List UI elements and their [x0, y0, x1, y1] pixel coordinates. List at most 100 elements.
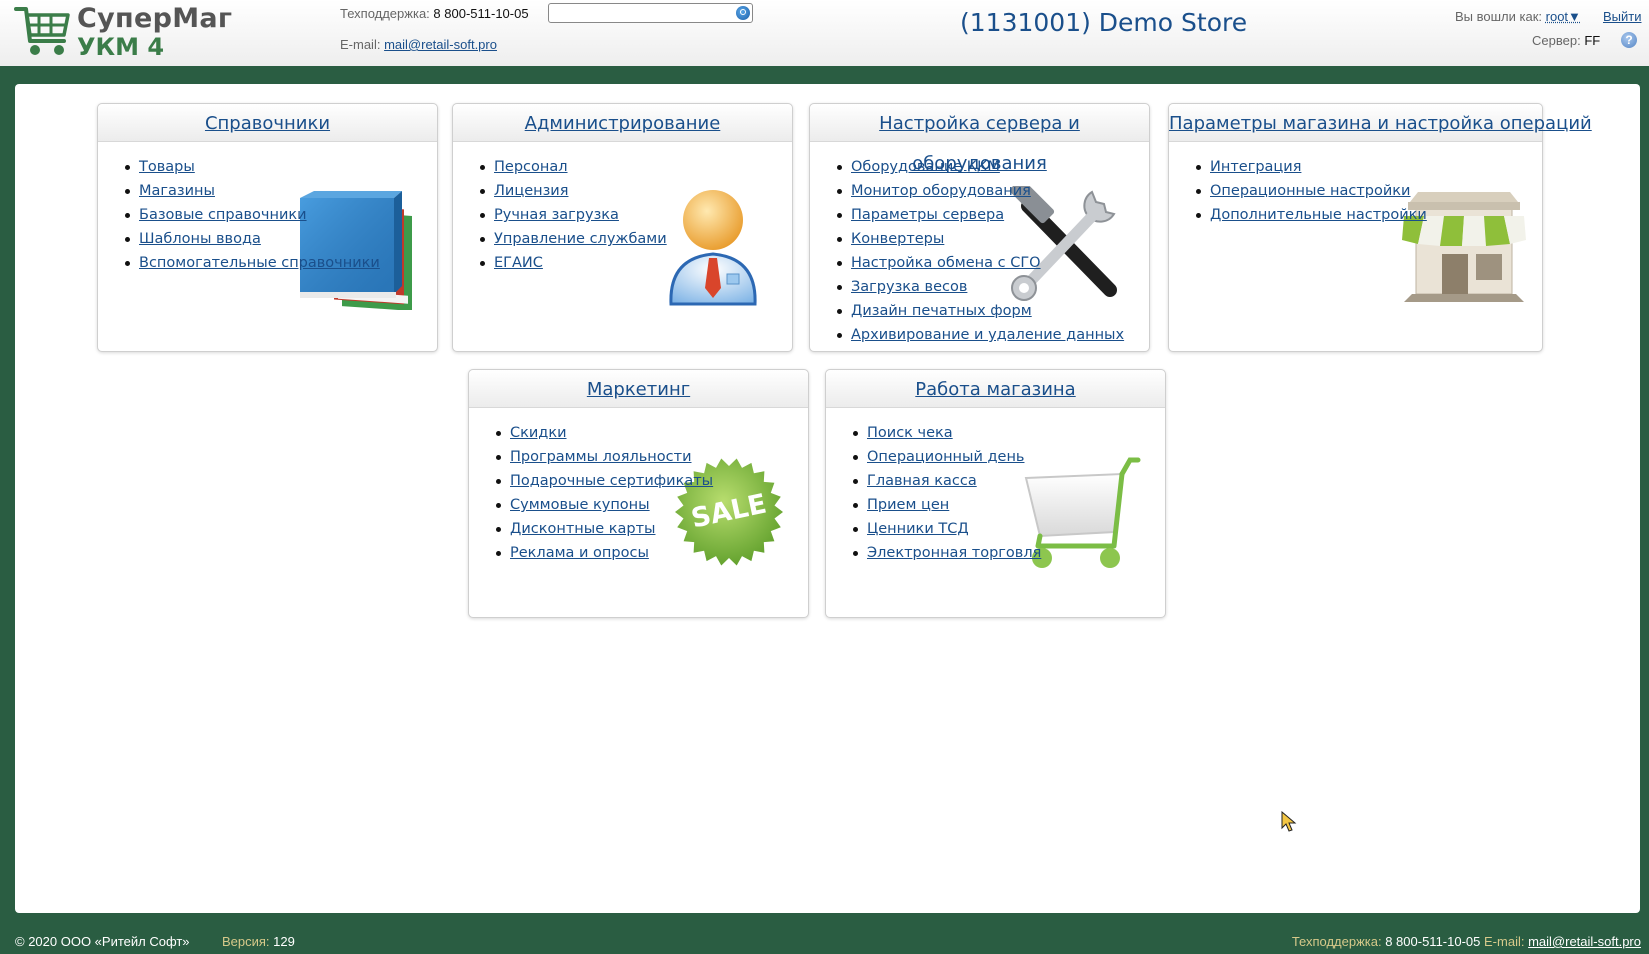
list-item: Дополнительные настройки: [1196, 203, 1542, 227]
link-operational-day[interactable]: Операционный день: [867, 449, 1024, 465]
list-item: Операционные настройки: [1196, 179, 1542, 203]
link-sgo-exchange[interactable]: Настройка обмена с СГО: [851, 255, 1041, 271]
list-item: Шаблоны ввода: [125, 227, 437, 251]
copyright: © 2020 ООО «Ритейл Софт»: [15, 934, 190, 949]
card-title-store-params[interactable]: Параметры магазина и настройка операций: [1169, 113, 1592, 134]
list-item: Персонал: [480, 155, 792, 179]
list-item: Интеграция: [1196, 155, 1542, 179]
link-receipt-search[interactable]: Поиск чека: [867, 425, 953, 441]
link-sum-coupons[interactable]: Суммовые купоны: [510, 497, 650, 513]
link-integration[interactable]: Интеграция: [1210, 159, 1301, 175]
link-base-dicts[interactable]: Базовые справочники: [139, 207, 307, 223]
link-license[interactable]: Лицензия: [494, 183, 568, 199]
link-egais[interactable]: ЕГАИС: [494, 255, 543, 271]
list-item: Конвертеры: [837, 227, 1149, 251]
list-item: Дизайн печатных форм: [837, 299, 1149, 323]
footer-support-phone: 8 800-511-10-05: [1385, 934, 1481, 949]
link-equipment-monitor[interactable]: Монитор оборудования: [851, 183, 1031, 199]
list-item: Базовые справочники: [125, 203, 437, 227]
link-goods[interactable]: Товары: [139, 159, 195, 175]
version: Версия: 129: [222, 934, 295, 949]
link-discount-cards[interactable]: Дисконтные карты: [510, 521, 655, 537]
link-stores[interactable]: Магазины: [139, 183, 215, 199]
list-item: Товары: [125, 155, 437, 179]
logout-link[interactable]: Выйти: [1603, 9, 1642, 24]
list-item: Настройка обмена с СГО: [837, 251, 1149, 275]
list-item: Суммовые купоны: [496, 493, 808, 517]
link-archiving[interactable]: Архивирование и удаление данных: [851, 327, 1124, 343]
link-print-forms[interactable]: Дизайн печатных форм: [851, 303, 1032, 319]
list-item: Загрузка весов: [837, 275, 1149, 299]
link-personnel[interactable]: Персонал: [494, 159, 568, 175]
link-services[interactable]: Управление службами: [494, 231, 667, 247]
link-additional-settings[interactable]: Дополнительные настройки: [1210, 207, 1427, 223]
support-label: Техподдержка:: [340, 6, 430, 21]
card-title-administration[interactable]: Администрирование: [525, 113, 721, 134]
server-value: FF: [1584, 33, 1601, 48]
card-title-store-work[interactable]: Работа магазина: [915, 379, 1075, 400]
logo[interactable]: СуперМаг УКМ 4: [14, 3, 244, 61]
card-title-dictionaries[interactable]: Справочники: [205, 113, 330, 134]
card-store-work: Работа магазина Поиск чека Операционный …: [825, 369, 1166, 618]
logged-label: Вы вошли как:: [1455, 9, 1543, 24]
version-label: Версия:: [222, 934, 270, 949]
link-input-templates[interactable]: Шаблоны ввода: [139, 231, 261, 247]
list-item: Прием цен: [853, 493, 1165, 517]
list-item: Управление службами: [480, 227, 792, 251]
footer-email-label: E-mail:: [1484, 934, 1525, 949]
link-operational-settings[interactable]: Операционные настройки: [1210, 183, 1410, 199]
search-input[interactable]: [548, 3, 753, 23]
link-kkm-equipment[interactable]: Оборудование ККМ: [851, 159, 1000, 175]
link-discounts[interactable]: Скидки: [510, 425, 567, 441]
list-item: Монитор оборудования: [837, 179, 1149, 203]
link-ecommerce[interactable]: Электронная торговля: [867, 545, 1041, 561]
link-loyalty[interactable]: Программы лояльности: [510, 449, 692, 465]
header-support: Техподдержка: 8 800-511-10-05: [340, 6, 529, 21]
link-aux-dicts[interactable]: Вспомогательные справочники: [139, 255, 380, 271]
list-item: Лицензия: [480, 179, 792, 203]
list-item: Вспомогательные справочники: [125, 251, 437, 275]
link-server-params[interactable]: Параметры сервера: [851, 207, 1004, 223]
version-value: 129: [273, 934, 295, 949]
administration-list: Персонал Лицензия Ручная загрузка Управл…: [453, 155, 792, 275]
link-scale-load[interactable]: Загрузка весов: [851, 279, 967, 295]
store-work-list: Поиск чека Операционный день Главная кас…: [826, 421, 1165, 565]
list-item: Электронная торговля: [853, 541, 1165, 565]
help-icon[interactable]: ?: [1621, 32, 1637, 48]
brand-name: СуперМаг: [77, 3, 233, 34]
list-item: Главная касса: [853, 469, 1165, 493]
link-manual-load[interactable]: Ручная загрузка: [494, 207, 619, 223]
card-administration: Администрирование Персонал Лицензия Ручн…: [452, 103, 793, 352]
link-tsd-labels[interactable]: Ценники ТСД: [867, 521, 969, 537]
link-price-receive[interactable]: Прием цен: [867, 497, 949, 513]
user-menu[interactable]: root▼: [1546, 9, 1581, 24]
card-server-setup: Настройка сервера и оборудования Оборудо…: [809, 103, 1150, 352]
list-item: Ценники ТСД: [853, 517, 1165, 541]
list-item: Скидки: [496, 421, 808, 445]
footer-support-label: Техподдержка:: [1291, 934, 1382, 949]
link-converters[interactable]: Конвертеры: [851, 231, 944, 247]
link-main-cash[interactable]: Главная касса: [867, 473, 977, 489]
list-item: Дисконтные карты: [496, 517, 808, 541]
list-item: Подарочные сертификаты: [496, 469, 808, 493]
footer: © 2020 ООО «Ритейл Софт» Версия: 129 Тех…: [0, 920, 1649, 954]
server-label: Сервер:: [1532, 33, 1581, 48]
product-name: УКМ 4: [77, 33, 165, 61]
header: СуперМаг УКМ 4 Техподдержка: 8 800-511-1…: [0, 0, 1649, 70]
card-title-marketing[interactable]: Маркетинг: [587, 379, 690, 400]
card-dictionaries: Справочники Товары Магазины Базовые спра…: [97, 103, 438, 352]
search-icon[interactable]: [736, 6, 750, 20]
store-params-list: Интеграция Операционные настройки Дополн…: [1169, 155, 1542, 227]
email-link[interactable]: mail@retail-soft.pro: [384, 37, 497, 52]
list-item: ЕГАИС: [480, 251, 792, 275]
card-marketing: Маркетинг SALE Скидки Программы лояльнос…: [468, 369, 809, 618]
logged-in-as: Вы вошли как: root▼: [1455, 9, 1581, 24]
list-item: Оборудование ККМ: [837, 155, 1149, 179]
link-gift-certificates[interactable]: Подарочные сертификаты: [510, 473, 713, 489]
email-label: E-mail:: [340, 37, 381, 52]
server-info: Сервер: FF: [1532, 33, 1600, 48]
link-ads-surveys[interactable]: Реклама и опросы: [510, 545, 649, 561]
main-panel: Справочники Товары Магазины Базовые спра…: [15, 84, 1640, 913]
footer-email-link[interactable]: mail@retail-soft.pro: [1528, 934, 1641, 949]
list-item: Реклама и опросы: [496, 541, 808, 565]
